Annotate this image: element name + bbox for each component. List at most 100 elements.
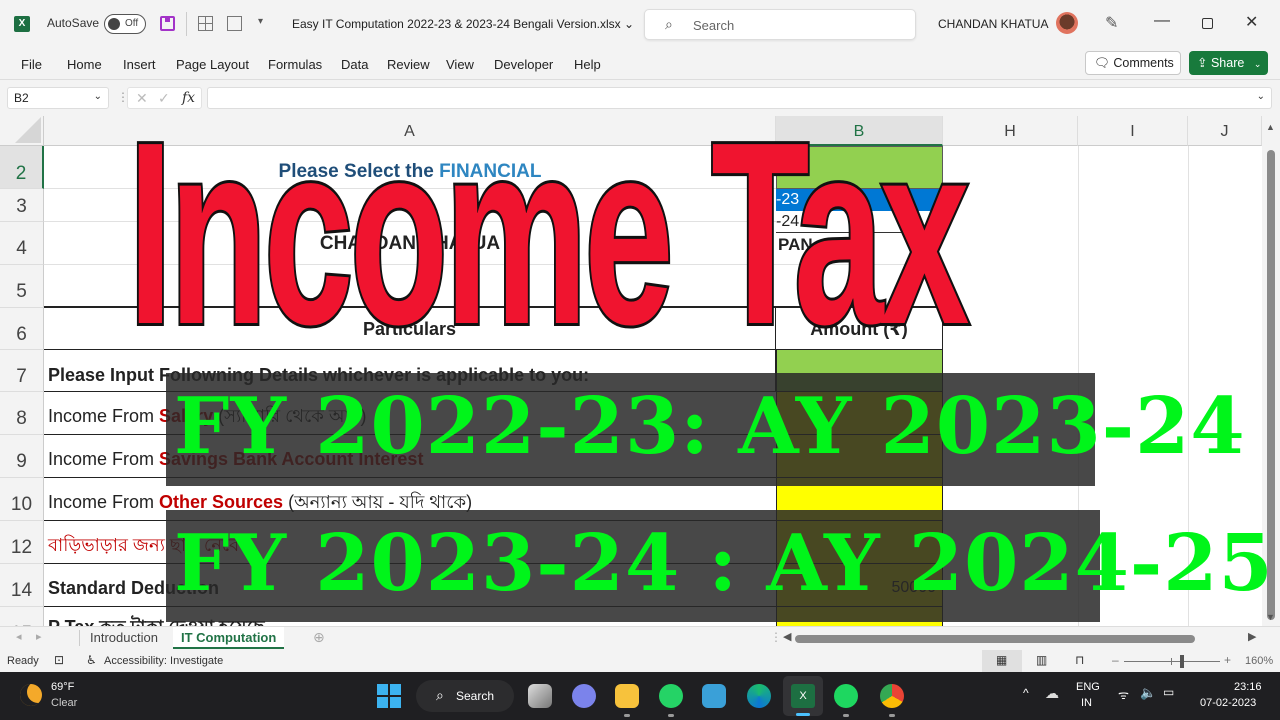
next-sheet-icon[interactable]: ▸ (36, 630, 42, 643)
running-indicator (624, 714, 630, 717)
comments-button[interactable]: 🗨 Comments (1085, 51, 1181, 75)
row-header-12[interactable]: 12 (0, 521, 44, 564)
tab-home[interactable]: Home (67, 57, 102, 72)
edge-icon[interactable] (747, 684, 771, 708)
designer-pen-icon[interactable]: ✎ (1105, 13, 1118, 33)
comment-icon: 🗨 (1094, 56, 1110, 70)
sheet-tab-introduction[interactable]: Introduction (82, 627, 166, 649)
zoom-level[interactable]: 160% (1245, 655, 1273, 667)
minimize-icon[interactable]: — (1154, 12, 1170, 30)
resize-grip-icon[interactable]: ⋮ (770, 630, 782, 644)
row-header-8[interactable]: 8 (0, 392, 44, 435)
accessibility-icon[interactable]: ♿ (86, 653, 97, 667)
page-layout-view-icon[interactable]: ▥ (1036, 653, 1047, 667)
spotify-icon[interactable] (834, 684, 858, 708)
zoom-out-icon[interactable]: – (1112, 653, 1119, 667)
toolbar-divider (186, 12, 187, 36)
clock-time[interactable]: 23:16 (1234, 681, 1262, 693)
page-layout-icon[interactable] (227, 16, 242, 31)
autosave-toggle[interactable]: Off (104, 14, 146, 34)
weather-moon-icon[interactable] (20, 684, 42, 706)
search-input[interactable]: ⌕ Search (644, 9, 916, 40)
chrome-icon[interactable] (880, 684, 904, 708)
zoom-in-icon[interactable]: + (1224, 653, 1231, 667)
comments-label: Comments (1113, 56, 1174, 70)
row-header-10[interactable]: 10 (0, 478, 44, 521)
scroll-right-icon[interactable]: ▶ (1248, 630, 1256, 643)
row-header-2[interactable]: 2 (0, 146, 44, 189)
scroll-left-icon[interactable]: ◀ (783, 630, 791, 643)
language-top[interactable]: ENG (1076, 681, 1100, 693)
scroll-up-icon[interactable]: ▲ (1266, 122, 1275, 132)
page-break-preview-icon[interactable]: ⊓ (1075, 653, 1084, 667)
active-indicator (796, 713, 810, 716)
document-title[interactable]: Easy IT Computation 2022-23 & 2023-24 Be… (292, 17, 634, 31)
close-icon[interactable]: ✕ (1245, 12, 1258, 32)
row-header-6[interactable]: 6 (0, 308, 44, 350)
select-all-corner[interactable] (0, 116, 44, 146)
tab-developer[interactable]: Developer (494, 57, 553, 72)
chevron-down-icon[interactable]: ⌄ (94, 91, 102, 102)
task-view-icon[interactable] (528, 684, 552, 708)
start-icon[interactable] (377, 684, 401, 708)
row-header-15[interactable]: 15 (0, 607, 44, 626)
share-icon: ⇪ (1197, 56, 1208, 70)
show-hidden-icons[interactable]: ^ (1023, 686, 1029, 700)
horizontal-scroll-thumb[interactable] (795, 635, 1195, 643)
normal-view-icon: ▦ (996, 653, 1008, 667)
expand-formula-icon[interactable]: ⌄ (1257, 91, 1265, 102)
accessibility-status[interactable]: Accessibility: Investigate (104, 655, 223, 667)
restore-icon[interactable] (1202, 18, 1213, 29)
wifi-icon[interactable]: ᯤ (1118, 686, 1129, 703)
tab-file[interactable]: File (21, 57, 42, 72)
row-header-14[interactable]: 14 (0, 564, 44, 607)
row-header-3[interactable]: 3 (0, 189, 44, 222)
teams-icon[interactable] (572, 684, 596, 708)
customize-quick-access-icon[interactable]: ▾ (258, 16, 263, 27)
zoom-slider-thumb[interactable] (1179, 655, 1184, 668)
macro-record-icon[interactable]: ⊡ (54, 653, 64, 667)
save-icon[interactable] (160, 16, 175, 31)
sheet-tab-it-computation[interactable]: IT Computation (173, 627, 285, 649)
file-explorer-icon[interactable] (615, 684, 639, 708)
tab-help[interactable]: Help (574, 57, 601, 72)
language-bottom[interactable]: IN (1081, 697, 1092, 709)
tab-review[interactable]: Review (387, 57, 430, 72)
zoom-slider[interactable] (1124, 655, 1220, 668)
row-header-7[interactable]: 7 (0, 350, 44, 392)
tab-page-layout[interactable]: Page Layout (176, 57, 249, 72)
user-name[interactable]: CHANDAN KHATUA (938, 17, 1048, 31)
weather-desc[interactable]: Clear (51, 697, 77, 709)
normal-view-button[interactable]: ▦ (982, 650, 1022, 672)
volume-icon[interactable]: 🔈 (1140, 685, 1156, 701)
cell-a10-prefix: Income From (48, 492, 160, 512)
clock-date[interactable]: 07-02-2023 (1200, 697, 1256, 709)
scroll-down-icon[interactable]: ▼ (1266, 612, 1275, 622)
taskbar-search[interactable]: ⌕ Search (416, 680, 514, 712)
toggle-knob (108, 18, 120, 30)
weather-temp[interactable]: 69°F (51, 681, 74, 693)
excel-taskbar-button[interactable]: X (783, 676, 823, 716)
screen-recorder-icon[interactable] (702, 684, 726, 708)
tab-insert[interactable]: Insert (123, 57, 156, 72)
name-box[interactable]: B2 ⌄ (7, 87, 109, 109)
windows-taskbar: 69°F Clear ⌕ Search X ^ ☁ ENG IN ᯤ 🔈 ▭ 2… (0, 672, 1280, 720)
tab-view[interactable]: View (446, 57, 474, 72)
prev-sheet-icon[interactable]: ◂ (16, 630, 22, 643)
tab-data[interactable]: Data (341, 57, 368, 72)
avatar[interactable] (1056, 12, 1078, 34)
borders-icon[interactable] (198, 16, 213, 31)
column-header-i[interactable]: I (1078, 116, 1188, 146)
row-header-9[interactable]: 9 (0, 435, 44, 478)
whatsapp-icon[interactable] (659, 684, 683, 708)
row-header-4[interactable]: 4 (0, 222, 44, 265)
autosave-state: Off (125, 18, 139, 29)
tab-formulas[interactable]: Formulas (268, 57, 322, 72)
onedrive-icon[interactable]: ☁ (1045, 685, 1059, 702)
share-button[interactable]: ⇪ Share ⌄ (1189, 51, 1268, 75)
row-header-5[interactable]: 5 (0, 265, 44, 308)
column-header-j[interactable]: J (1188, 116, 1262, 146)
add-sheet-icon[interactable]: ⊕ (313, 629, 325, 646)
battery-icon[interactable]: ▭ (1163, 685, 1174, 699)
cell-a8-prefix: Income From (48, 406, 160, 426)
